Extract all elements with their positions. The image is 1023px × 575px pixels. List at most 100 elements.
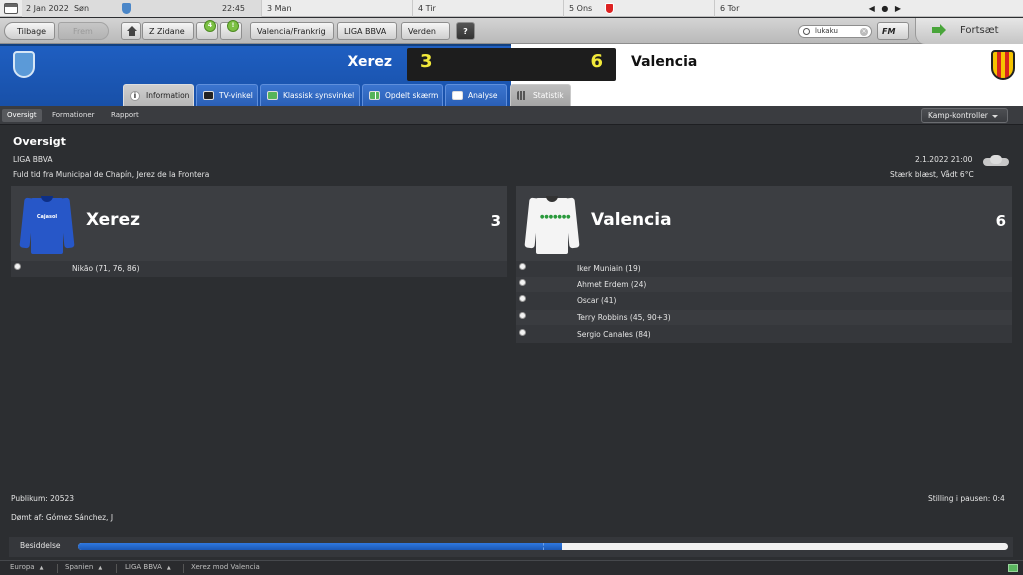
continue-button[interactable]: Fortsæt — [915, 18, 1023, 44]
today-time: 22:45 — [221, 4, 245, 13]
tab-statistics[interactable]: Statistik — [510, 84, 571, 106]
world-menu-label: Verden — [408, 27, 436, 36]
calendar-icon[interactable] — [4, 3, 18, 14]
match-controls-button[interactable]: Kamp-kontroller — [921, 108, 1008, 123]
inbox-count-badge: 4 — [204, 20, 216, 32]
manager-menu[interactable]: Z Zidane — [142, 22, 194, 51]
goal-ball-icon — [14, 263, 21, 270]
away-card-score: 6 — [995, 212, 1006, 230]
day-name: Man — [274, 4, 292, 13]
day-name: Tir — [425, 4, 436, 13]
scorer-name[interactable]: Nikão (71, 76, 86) — [72, 261, 140, 276]
forward-button[interactable]: Frem — [58, 22, 109, 40]
possession-home-fill — [78, 543, 562, 550]
calendar-today[interactable]: 2 Jan 2022 Søn 22:45 — [22, 0, 262, 17]
scorer-name[interactable]: Ahmet Erdem (24) — [577, 277, 646, 292]
possession-panel: Besiddelse — [9, 537, 1013, 557]
back-button[interactable]: Tilbage — [4, 22, 55, 40]
tab-information[interactable]: i Information — [123, 84, 194, 106]
breadcrumb-match[interactable]: Xerez mod Valencia — [191, 563, 260, 571]
goal-ball-icon — [519, 312, 526, 319]
world-menu[interactable]: Verden — [401, 22, 450, 51]
scorer-name[interactable]: Terry Robbins (45, 90+3) — [577, 310, 671, 325]
breadcrumb-spain[interactable]: Spanien ▲ — [65, 563, 102, 571]
away-card-name[interactable]: Valencia — [591, 210, 672, 230]
tab-split-screen[interactable]: Opdelt skærm — [362, 84, 443, 106]
calendar-day[interactable]: 4 Tir — [414, 0, 564, 17]
home-button[interactable] — [121, 22, 141, 40]
possession-midline — [543, 543, 544, 550]
prev-icon[interactable]: ◀ — [869, 4, 875, 13]
help-button[interactable]: ? — [456, 22, 475, 40]
competition-menu[interactable]: LIGA BBVA — [337, 22, 397, 51]
weather-label: Stærk blæst, Vådt 6°C — [890, 170, 974, 179]
subtab-report[interactable]: Rapport — [106, 109, 144, 122]
venue-label: Fuld tid fra Municipal de Chapín, Jerez … — [13, 170, 210, 179]
today-date: 2 Jan 2022 — [26, 4, 69, 13]
subtab-formations[interactable]: Formationer — [47, 109, 100, 122]
today-weekday: Søn — [73, 4, 90, 13]
today-dot-icon[interactable]: ● — [881, 4, 888, 13]
search-input[interactable]: lukaku × — [798, 25, 872, 38]
away-shirt-image: ●●●●●●● — [524, 192, 580, 254]
home-team-card: Cajasol Xerez 3 — [11, 186, 507, 261]
tab-label: Opdelt skærm — [385, 91, 439, 100]
breadcrumb-league[interactable]: LIGA BBVA ▲ — [125, 563, 171, 571]
calendar-day[interactable]: 5 Ons — [565, 0, 715, 17]
cloud-icon — [983, 155, 1009, 166]
attendance-label: Publikum: 20523 — [11, 494, 75, 503]
clear-icon[interactable]: × — [860, 28, 868, 36]
subtab-overview[interactable]: Oversigt — [2, 109, 42, 122]
scorer-name[interactable]: Oscar (41) — [577, 293, 616, 308]
arrow-up-icon: ▲ — [98, 565, 103, 571]
calendar-bar: 2 Jan 2022 Søn 22:45 3 Man 4 Tir 5 Ons 6… — [0, 0, 1023, 17]
valencia-crest-icon[interactable] — [991, 50, 1015, 80]
fm-menu-button[interactable]: FM — [877, 22, 909, 51]
scorer-row: Iker Muniain (19) — [516, 261, 1012, 276]
xerez-crest-icon[interactable] — [13, 51, 35, 78]
manager-label: Z Zidane — [149, 27, 185, 36]
chevron-down-icon — [991, 114, 998, 118]
home-team-name[interactable]: Xerez — [300, 54, 392, 70]
match-datetime: 2.1.2022 21:00 — [915, 155, 973, 164]
next-icon[interactable]: ▶ — [895, 4, 901, 13]
breadcrumb-europe[interactable]: Europa ▲ — [10, 563, 43, 571]
scorer-row: Terry Robbins (45, 90+3) — [516, 310, 1012, 325]
day-number: 5 — [569, 4, 575, 13]
day-name: Tor — [727, 4, 740, 13]
scorer-name[interactable]: Iker Muniain (19) — [577, 261, 641, 276]
competition-menu-label: LIGA BBVA — [344, 27, 387, 36]
tab-classic-view[interactable]: Klassisk synsvinkel — [260, 84, 360, 106]
away-sponsor: ●●●●●●● — [540, 214, 571, 220]
arrow-up-icon: ▲ — [166, 565, 171, 571]
calendar-nav: ◀ ● ▶ — [867, 0, 903, 17]
scorer-name[interactable]: Sergio Canales (84) — [577, 327, 651, 342]
calendar-day[interactable]: 6 Tor — [716, 0, 866, 17]
goal-ball-icon — [519, 295, 526, 302]
away-team-name[interactable]: Valencia — [631, 54, 697, 70]
tv-icon — [203, 91, 214, 100]
search-value: lukaku — [815, 27, 838, 35]
goal-ball-icon — [519, 279, 526, 286]
tab-label: Klassisk synsvinkel — [283, 91, 355, 100]
home-icon — [127, 26, 137, 36]
club-menu[interactable]: Valencia/Frankrig — [250, 22, 334, 51]
calendar-day[interactable]: 3 Man — [263, 0, 413, 17]
toolbar: Tilbage Frem Z Zidane 4 ! Valencia/Frank… — [0, 18, 1023, 51]
search-icon — [803, 28, 810, 35]
home-card-name[interactable]: Xerez — [86, 210, 140, 230]
stats-icon — [517, 91, 528, 100]
scorer-row: Nikão (71, 76, 86) — [11, 261, 507, 276]
arrow-up-icon: ▲ — [39, 565, 44, 571]
fm-label: FM — [882, 27, 896, 36]
competition-label[interactable]: LIGA BBVA — [13, 155, 53, 164]
info-icon: i — [130, 91, 140, 101]
network-status-icon[interactable] — [1008, 564, 1018, 572]
tab-analysis[interactable]: Analyse — [445, 84, 507, 106]
arrow-right-icon — [932, 24, 946, 36]
home-sponsor: Cajasol — [36, 214, 58, 220]
day-number: 4 — [418, 4, 424, 13]
away-score: 6 — [590, 51, 603, 72]
day-number: 3 — [267, 4, 273, 13]
tab-tv-view[interactable]: TV-vinkel — [196, 84, 258, 106]
